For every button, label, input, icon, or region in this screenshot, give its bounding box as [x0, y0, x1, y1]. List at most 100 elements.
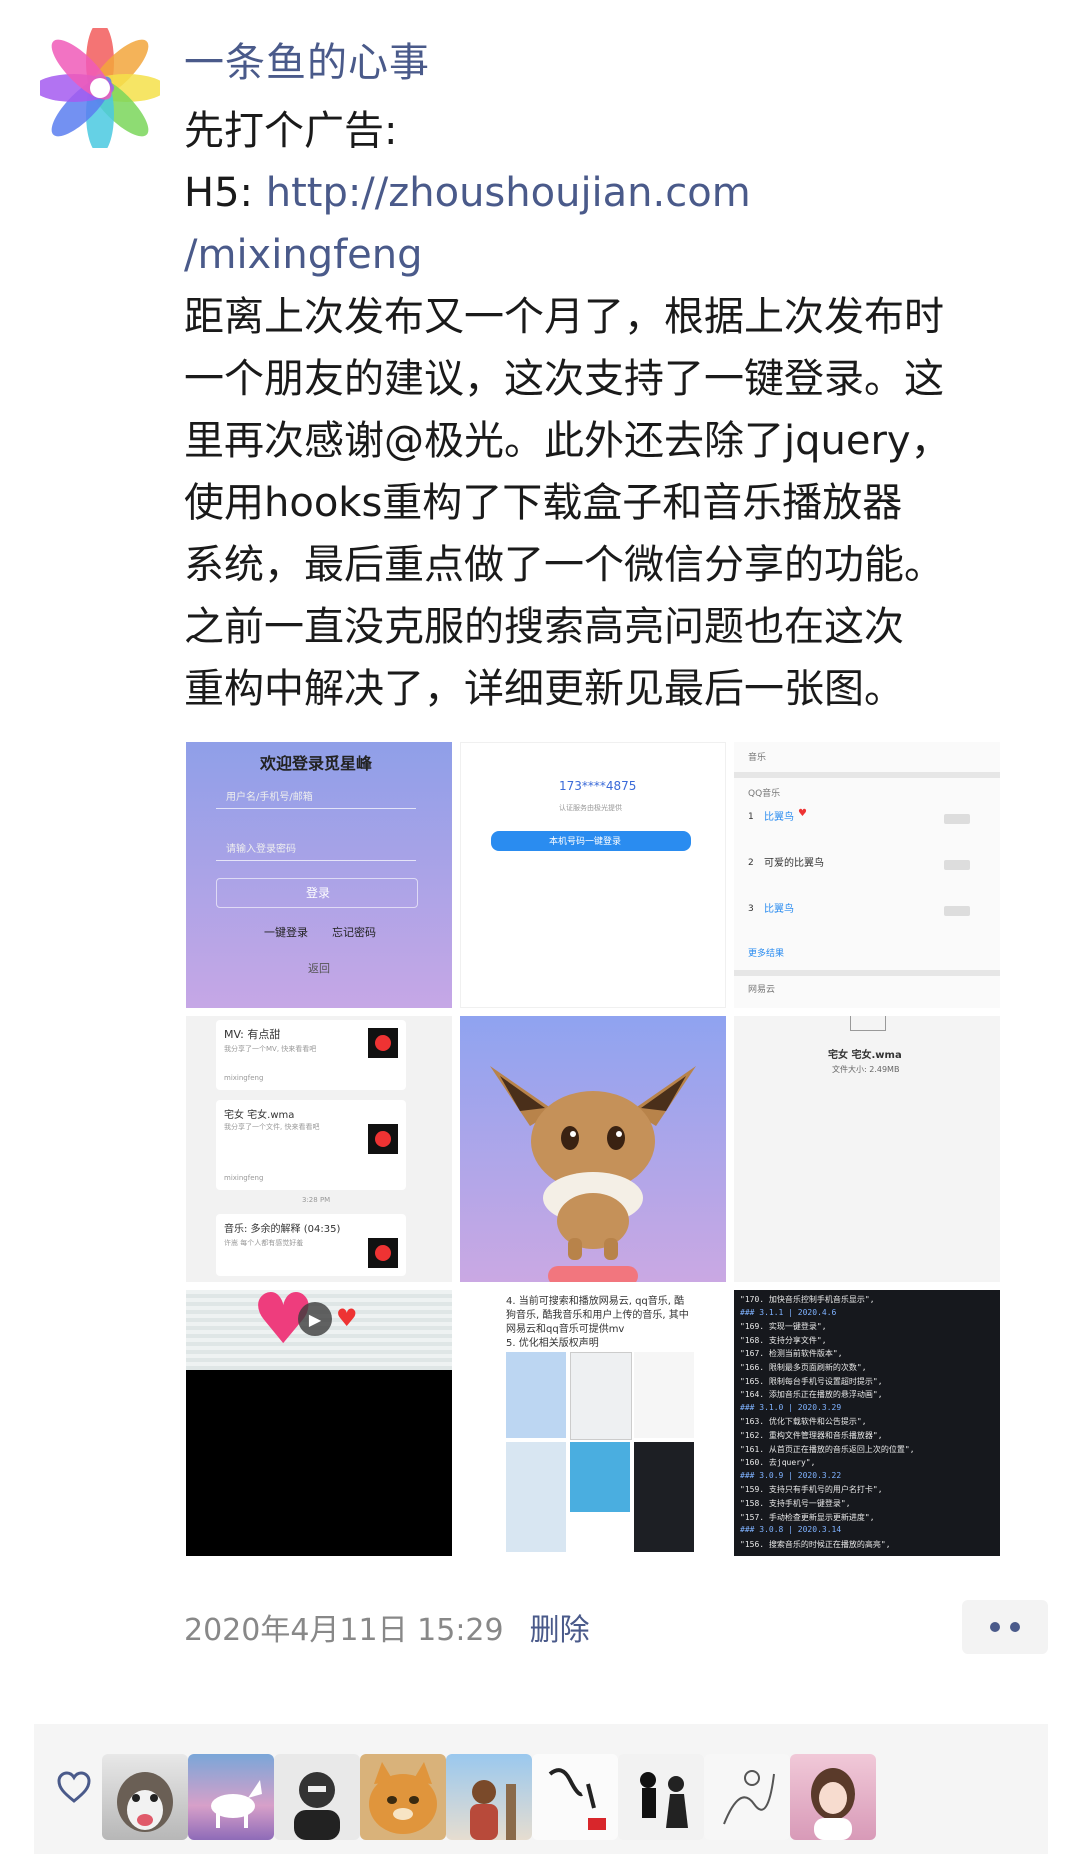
- file-size: 文件大小: 2.49MB: [832, 1065, 900, 1074]
- post-timestamp: 2020年4月11日 15:29: [184, 1613, 504, 1648]
- music-header: 音乐: [748, 753, 767, 763]
- image-music-search[interactable]: 音乐 QQ音乐 1 比翼鸟 ♥ 2 可爱的比翼鸟 3 比翼鸟 更多结果 网易云: [734, 742, 1000, 1008]
- liker-avatar[interactable]: [188, 1754, 274, 1840]
- forgot-password: 忘记密码: [332, 926, 376, 939]
- image-creature[interactable]: [460, 1016, 726, 1282]
- file-icon: [850, 1016, 886, 1031]
- share-user: mixingfeng: [224, 1174, 264, 1182]
- share-title: 宅女 宅女.wma: [224, 1110, 295, 1121]
- code-line: "161. 从首页正在播放的音乐返回上次的位置",: [740, 1444, 915, 1454]
- post-meta: 2020年4月11日 15:29 删除: [184, 1605, 590, 1649]
- code-line: "164. 添加音乐正在播放的悬浮动画",: [740, 1390, 883, 1400]
- liker-avatar[interactable]: [790, 1754, 876, 1840]
- more-results: 更多结果: [748, 949, 785, 959]
- post-line: 重构中解决了，详细更新见最后一张图。: [184, 666, 904, 712]
- post-text: 先打个广告: H5: http://zhoushoujian.com /mixi…: [184, 100, 1064, 720]
- post-line: 里再次感谢@极光。此外还去除了jquery，: [184, 418, 951, 464]
- post-line: 一个朋友的建议，这次支持了一键登录。这: [184, 356, 944, 402]
- code-line: ### 3.1.0 | 2020.3.29: [740, 1402, 842, 1412]
- code-line: "169. 实现一键登录",: [740, 1322, 827, 1332]
- author-name[interactable]: 一条鱼的心事: [184, 30, 430, 88]
- post-line: 之前一直没克服的搜索高亮问题也在这次: [184, 604, 904, 650]
- share-sub: 许嵩 每个人都有感觉好羞: [224, 1239, 304, 1247]
- delete-button[interactable]: 删除: [530, 1613, 590, 1648]
- more-options-button[interactable]: [962, 1600, 1048, 1654]
- auth-hint: 认证服务由极光提供: [559, 804, 622, 812]
- liker-avatar[interactable]: [704, 1754, 790, 1840]
- post-line: 距离上次发布又一个月了，根据上次发布时: [184, 294, 944, 340]
- dot-icon: [990, 1622, 1000, 1632]
- liker-avatar[interactable]: [446, 1754, 532, 1840]
- code-line: "157. 手动检查更新显示更新进度",: [740, 1512, 875, 1522]
- liker-avatar[interactable]: [360, 1754, 446, 1840]
- share-thumb: [368, 1124, 398, 1154]
- share-user: mixingfeng: [224, 1074, 264, 1082]
- music-footer: 网易云: [748, 985, 776, 995]
- code-line: "168. 支持分享文件",: [740, 1335, 827, 1345]
- divider: [216, 860, 416, 861]
- image-one-key-login[interactable]: 173****4875 认证服务由极光提供 本机号码一键登录: [460, 742, 726, 1008]
- changelog-text: 4. 当前可搜索和播放网易云, qq音乐, 酷: [506, 1296, 685, 1307]
- image-changelog-screens[interactable]: 4. 当前可搜索和播放网易云, qq音乐, 酷 狗音乐, 酷我音乐和用户上传的音…: [460, 1290, 726, 1556]
- divider: [734, 772, 1000, 778]
- changelog-text: 5. 优化相关版权声明: [506, 1338, 599, 1349]
- share-sub: 我分享了一个MV, 快来看看吧: [224, 1045, 317, 1053]
- code-line: "170. 加快音乐控制手机音乐显示",: [740, 1295, 875, 1304]
- login-button-label: 登录: [306, 886, 331, 900]
- music-result: 比翼鸟: [764, 812, 794, 823]
- login-password-field: 请输入登录密码: [226, 844, 296, 855]
- music-result: 比翼鸟: [764, 904, 794, 915]
- likes-bar: [34, 1724, 1048, 1854]
- screen-thumb: [570, 1352, 632, 1440]
- image-chat-shares[interactable]: MV: 有点甜 我分享了一个MV, 快来看看吧 mixingfeng 宅女 宅女…: [186, 1016, 452, 1282]
- duration-tag: [944, 906, 970, 916]
- login-user-field: 用户名/手机号/邮箱: [226, 792, 313, 803]
- post-line-h5: H5: http://zhoushoujian.com: [184, 162, 1064, 224]
- code-line: ### 3.0.9 | 2020.3.22: [740, 1470, 842, 1480]
- image-code-changelog[interactable]: "170. 加快音乐控制手机音乐显示", ### 3.1.1 | 2020.4.6…: [734, 1290, 1000, 1556]
- duration-tag: [944, 814, 970, 824]
- sketch-person-icon: [294, 1772, 340, 1840]
- avatar[interactable]: [34, 22, 166, 154]
- image-file-share[interactable]: 宅女 宅女.wma 文件大小: 2.49MB: [734, 1016, 1000, 1282]
- screen-thumb: [506, 1352, 566, 1438]
- file-name: 宅女 宅女.wma: [828, 1050, 902, 1061]
- dancers-icon: [640, 1772, 688, 1828]
- play-icon[interactable]: ▶: [298, 1302, 332, 1336]
- one-key-login-button-label: 本机号码一键登录: [549, 837, 622, 847]
- husky-icon: [117, 1772, 173, 1832]
- changelog-text: 狗音乐, 酷我音乐和用户上传的音乐, 其中: [506, 1310, 689, 1321]
- divider: [216, 808, 416, 809]
- code-line: ### 3.1.1 | 2020.4.6: [740, 1307, 837, 1317]
- liker-avatar[interactable]: [102, 1754, 188, 1840]
- music-section: QQ音乐: [748, 789, 781, 799]
- image-video-hearts[interactable]: ♥ ♥ ▶: [186, 1290, 452, 1556]
- code-line: "163. 优化下载软件和公告提示",: [740, 1417, 867, 1427]
- login-title: 欢迎登录觅星峰: [260, 754, 373, 773]
- liker-avatar[interactable]: [274, 1754, 360, 1840]
- code-line: "165. 限制每台手机号设置超时提示",: [740, 1376, 883, 1386]
- liker-avatar[interactable]: [618, 1754, 704, 1840]
- image-login-screen[interactable]: 欢迎登录觅星峰 用户名/手机号/邮箱 请输入登录密码 登录 一键登录 忘记密码 …: [186, 742, 452, 1008]
- liker-avatar[interactable]: [532, 1754, 618, 1840]
- screen-thumb: [570, 1442, 630, 1512]
- screen-thumb: [506, 1442, 566, 1552]
- share-thumb: [368, 1028, 398, 1058]
- duration-tag: [944, 860, 970, 870]
- flower-avatar-icon: [34, 22, 166, 154]
- h5-link-path[interactable]: /mixingfeng: [184, 224, 1064, 286]
- code-line: "158. 支持手机号一键登录",: [740, 1499, 851, 1508]
- code-line: ### 3.0.8 | 2020.3.14: [740, 1525, 842, 1535]
- share-title: MV: 有点甜: [224, 1028, 281, 1041]
- back-link: 返回: [308, 962, 330, 975]
- one-key-login: 一键登录: [264, 926, 308, 939]
- post-line: 系统，最后重点做了一个微信分享的功能。: [184, 542, 944, 588]
- heart-icon: ♥: [798, 808, 807, 819]
- code-line: "167. 检测当前软件版本",: [740, 1349, 843, 1359]
- post-line: 使用hooks重构了下载盒子和音乐播放器: [184, 480, 903, 526]
- chat-time: 3:28 PM: [302, 1196, 331, 1204]
- h5-link[interactable]: http://zhoushoujian.com: [266, 170, 751, 216]
- girl-portrait-icon: [811, 1768, 855, 1840]
- masked-phone: 173****4875: [559, 779, 637, 793]
- screen-thumb: [634, 1442, 694, 1552]
